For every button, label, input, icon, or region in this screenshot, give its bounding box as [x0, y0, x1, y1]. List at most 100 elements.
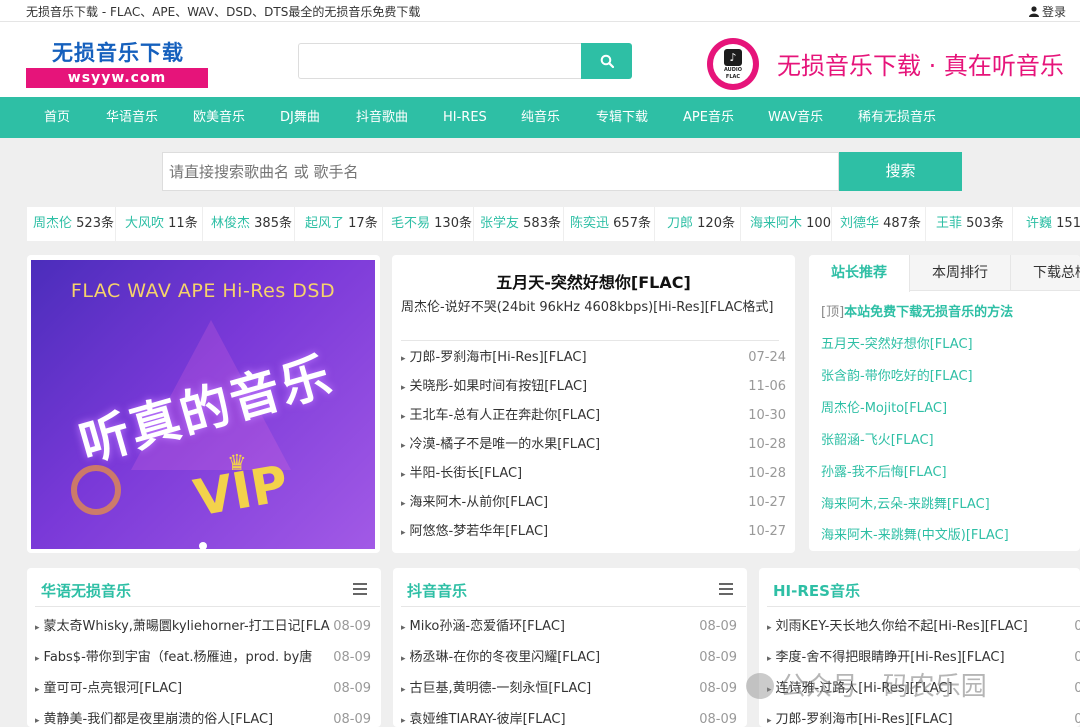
hot-tag[interactable]: 起风了 17条: [305, 207, 378, 241]
hot-tag-count: 120条: [697, 216, 735, 231]
list-item[interactable]: ▸ 阿悠悠-梦若华年[FLAC] 10-27: [401, 517, 786, 546]
divider: [294, 207, 295, 241]
list-item[interactable]: 张含韵-带你吃好的[FLAC]: [821, 365, 973, 384]
column-title: 华语无损音乐: [41, 582, 132, 600]
list-item-title: Fabs$-带你到宇宙（feat.杨雁迪，prod. by唐: [43, 650, 313, 665]
nav-item-hires[interactable]: HI-RES: [443, 97, 487, 138]
bullet-icon: ▸: [767, 623, 772, 633]
site-logo[interactable]: 无损音乐下载 wsyyw.com: [26, 35, 208, 89]
nav-item-douyin[interactable]: 抖音歌曲: [356, 97, 408, 138]
login-link[interactable]: 登录: [1028, 3, 1066, 20]
promo-banner[interactable]: FLAC WAV APE Hi-Res DSD 听真的音乐 ♛ VIP: [31, 260, 375, 549]
hot-tag[interactable]: 陈奕迅 657条: [570, 207, 651, 241]
list-item[interactable]: 张韶涵-飞火[FLAC]: [821, 429, 934, 448]
list-item[interactable]: ▸刘雨KEY-天长地久你给不起[Hi-Res][FLAC] 08-09: [767, 612, 1080, 641]
nav-item-home[interactable]: 首页: [44, 97, 70, 138]
list-item[interactable]: ▸ 海来阿木-从前你[FLAC] 10-27: [401, 488, 786, 517]
hot-tag-name: 刘德华: [840, 216, 880, 231]
bullet-icon: ▸: [35, 654, 40, 664]
list-item[interactable]: ▸ 古巨基,黄明德-一刻永恒[FLAC] 08-09: [401, 674, 737, 703]
divider: [401, 340, 779, 341]
nav-item-album[interactable]: 专辑下载: [596, 97, 648, 138]
search-icon: [600, 54, 614, 68]
list-item[interactable]: 海来阿木,云朵-来跳舞[FLAC]: [821, 493, 990, 512]
nav-item-ape[interactable]: APE音乐: [683, 97, 734, 138]
list-item-title: 刀郎-罗刹海市[Hi-Res][FLAC]: [775, 712, 953, 727]
hot-tag[interactable]: 刀郎 120条: [667, 207, 735, 241]
hot-tag-name: 刀郎: [667, 216, 694, 231]
bullet-icon: ▸: [401, 685, 406, 695]
pinned-prefix: [顶]: [821, 305, 845, 320]
main-nav: 首页 华语音乐 欧美音乐 DJ舞曲 抖音歌曲 HI-RES 纯音乐 专辑下载 A…: [0, 97, 1080, 138]
hot-tag[interactable]: 毛不易 130条: [391, 207, 472, 241]
nav-item-dj[interactable]: DJ舞曲: [280, 97, 320, 138]
hot-tag[interactable]: 王菲 503条: [936, 207, 1004, 241]
list-item[interactable]: ▸ 袁娅维TIARAY-彼岸[FLAC] 08-09: [401, 705, 737, 727]
list-item-title: 关晓彤-如果时间有按钮[FLAC]: [409, 379, 588, 394]
hot-tag[interactable]: 张学友 583条: [480, 207, 561, 241]
news-subheadline[interactable]: 周杰伦-说好不哭(24bit 96kHz 4608kbps)[Hi-Res][F…: [401, 296, 774, 315]
list-item[interactable]: ▸ 蒙太奇Whisky,萧暘圜kyliehorner-打工日记[FLA 08-09: [35, 612, 371, 641]
tab-recommend[interactable]: 站长推荐: [809, 255, 910, 292]
list-item[interactable]: ▸ 冷漠-橘子不是唯一的水果[FLAC] 10-28: [401, 430, 786, 459]
list-item[interactable]: ▸ 黄静美-我们都是夜里崩溃的俗人[FLAC] 08-09: [35, 705, 371, 727]
main-search-input[interactable]: [162, 152, 839, 191]
pinned-item[interactable]: [顶]本站免费下载无损音乐的方法: [821, 301, 1013, 320]
hot-tag[interactable]: 刘德华 487条: [840, 207, 921, 241]
list-item-title: 冷漠-橘子不是唯一的水果[FLAC]: [409, 437, 601, 452]
hot-tag[interactable]: 许巍 151条: [1026, 207, 1080, 241]
main-search: 搜索: [162, 152, 962, 191]
divider: [563, 207, 564, 241]
list-item-title: 古巨基,黄明德-一刻永恒[FLAC]: [409, 681, 592, 696]
hot-tag-count: 130条: [434, 216, 472, 231]
news-headline[interactable]: 五月天-突然好想你[FLAC]: [392, 269, 795, 293]
header-search-input[interactable]: [298, 43, 581, 79]
tab-weekly[interactable]: 本周排行: [910, 255, 1011, 291]
main-search-button[interactable]: 搜索: [839, 152, 962, 191]
list-item[interactable]: ▸刀郎-罗刹海市[Hi-Res][FLAC] 08-09: [767, 705, 1080, 727]
list-item[interactable]: 孙露-我不后悔[FLAC]: [821, 461, 947, 480]
list-item[interactable]: 五月天-突然好想你[FLAC]: [821, 333, 973, 352]
divider: [1012, 207, 1013, 241]
tab-total[interactable]: 下载总榜: [1011, 255, 1080, 291]
menu-icon[interactable]: [353, 583, 367, 595]
list-item[interactable]: 周杰伦-Mojito[FLAC]: [821, 397, 947, 416]
hot-tag[interactable]: 大风吹 11条: [125, 207, 198, 241]
hot-artists: 周杰伦 523条 大风吹 11条 林俊杰 385条 起风了 17条 毛不易 13…: [27, 207, 1080, 241]
list-item[interactable]: ▸ 关晓彤-如果时间有按钮[FLAC] 11-06: [401, 372, 786, 401]
header-slogan: 无损音乐下载 · 真在听音乐: [777, 52, 1064, 80]
list-item[interactable]: ▸ Miko孙涵-恋爱循环[FLAC] 08-09: [401, 612, 737, 641]
hot-tag[interactable]: 林俊杰 385条: [211, 207, 292, 241]
list-item[interactable]: ▸ 杨丞琳-在你的冬夜里闪耀[FLAC] 08-09: [401, 643, 737, 672]
nav-item-rare[interactable]: 稀有无损音乐: [858, 97, 936, 138]
hot-tag[interactable]: 海来阿木 100: [750, 207, 831, 241]
list-item[interactable]: 海来阿木-来跳舞(中文版)[FLAC]: [821, 524, 1009, 543]
hot-tag-count: 523条: [76, 216, 114, 231]
hot-tag-name: 王菲: [936, 216, 963, 231]
list-item[interactable]: ▸ 半阳-长街长[FLAC] 10-28: [401, 459, 786, 488]
hot-tag-count: 657条: [613, 216, 651, 231]
nav-item-western[interactable]: 欧美音乐: [193, 97, 245, 138]
list-item[interactable]: ▸ 王北车-总有人正在奔赴你[FLAC] 10-30: [401, 401, 786, 430]
nav-item-wav[interactable]: WAV音乐: [768, 97, 823, 138]
logo-domain: wsyyw.com: [26, 68, 208, 88]
bullet-icon: ▸: [767, 716, 772, 726]
list-item[interactable]: ▸ Fabs$-带你到宇宙（feat.杨雁迪，prod. by唐 08-09: [35, 643, 371, 672]
hot-tag-name: 毛不易: [391, 216, 431, 231]
nav-item-pure[interactable]: 纯音乐: [521, 97, 560, 138]
menu-icon[interactable]: [719, 583, 733, 595]
bullet-icon: ▸: [401, 528, 406, 538]
header-search-button[interactable]: [581, 43, 632, 79]
list-item-date: 08-09: [1074, 681, 1080, 696]
site-tagline: 无损音乐下载 - FLAC、APE、WAV、DSD、DTS最全的无损音乐免费下载: [26, 5, 421, 19]
nav-item-chinese[interactable]: 华语音乐: [106, 97, 158, 138]
hot-tag[interactable]: 周杰伦 523条: [33, 207, 114, 241]
list-item[interactable]: ▸ 童可可-点亮银河[FLAC] 08-09: [35, 674, 371, 703]
carousel-dot[interactable]: [199, 542, 207, 549]
list-item[interactable]: ▸ 刀郎-罗刹海市[Hi-Res][FLAC] 07-24: [401, 343, 786, 372]
column-douyin: 抖音音乐 ▸ Miko孙涵-恋爱循环[FLAC] 08-09 ▸ 杨丞琳-在你的冬夜里…: [393, 568, 747, 727]
list-item-date: 08-09: [1074, 619, 1080, 634]
list-item-title: 李度-舍不得把眼睛睁开[Hi-Res][FLAC]: [775, 650, 1005, 665]
header-search: [298, 43, 632, 79]
hot-tag-count: 17条: [348, 216, 378, 231]
